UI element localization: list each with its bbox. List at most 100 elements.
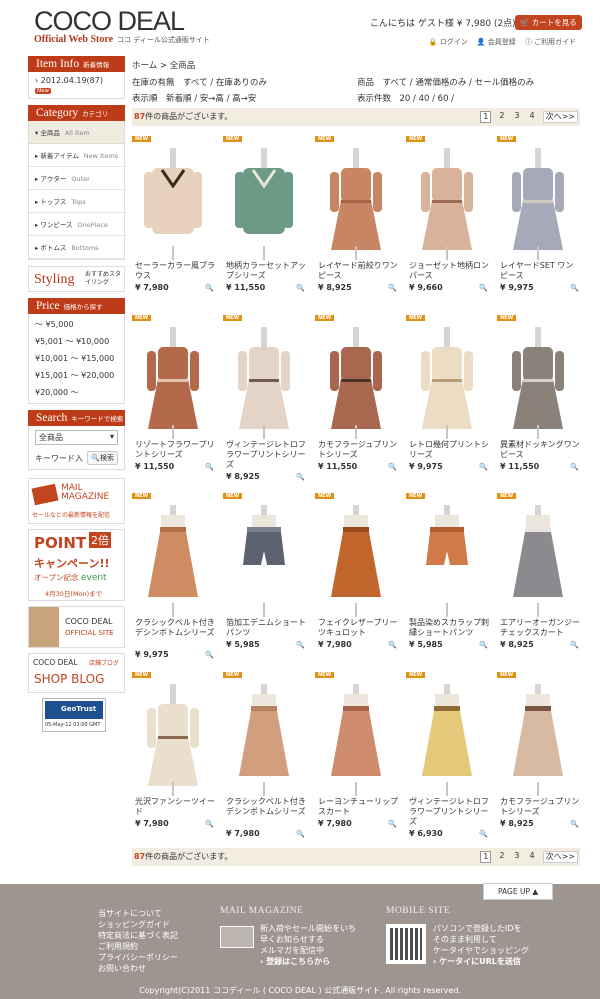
zoom-icon[interactable]: 🔍: [479, 641, 488, 649]
product-card[interactable]: NEW 箔加工デニムショートパンツ ¥ 5,985 🔍: [223, 493, 306, 663]
zoom-icon[interactable]: 🔍: [205, 651, 214, 659]
product-name[interactable]: レトロ幾何プリントシリーズ: [409, 440, 489, 460]
product-image[interactable]: [497, 325, 579, 443]
product-image[interactable]: [223, 682, 305, 800]
product-name[interactable]: カモフラージュプリントシリーズ: [500, 797, 580, 817]
zoom-icon[interactable]: 🔍: [479, 830, 488, 838]
footer-link-terms[interactable]: ご利用規約: [98, 941, 178, 952]
product-card[interactable]: NEW カモフラージュプリントシリーズ ¥ 8,925 🔍: [497, 672, 579, 842]
product-card[interactable]: NEW ジョーゼット地柄ロンパース ¥ 9,660 🔍: [406, 136, 489, 306]
zoom-icon[interactable]: 🔍: [296, 830, 305, 838]
register-link[interactable]: 👤 会員登録: [477, 37, 516, 47]
product-name[interactable]: 箔加工デニムショートパンツ: [226, 618, 306, 638]
price-range-4[interactable]: ¥15,001 ～ ¥20,000: [29, 367, 124, 384]
zoom-icon[interactable]: 🔍: [296, 284, 305, 292]
product-name[interactable]: 製品染めスカラップ刺繍ショートパンツ: [409, 618, 489, 638]
product-image[interactable]: [406, 682, 488, 800]
page-up-button[interactable]: PAGE UP ▲: [483, 883, 554, 900]
next-page[interactable]: 次へ>>: [542, 851, 578, 863]
product-name[interactable]: ジョーゼット地柄ロンパース: [409, 261, 489, 281]
zoom-icon[interactable]: 🔍: [570, 641, 579, 649]
product-card[interactable]: NEW 光沢ファンシーツイード ¥ 7,980 🔍: [132, 672, 215, 842]
product-image[interactable]: [406, 325, 488, 443]
mail-magazine-banner[interactable]: MAIL MAGAZINE セールなどの最新情報を配信: [28, 478, 125, 524]
category-item-outer[interactable]: ▸ アウター Outer: [29, 167, 124, 190]
footer-link-law[interactable]: 特定商法に基づく表記: [98, 930, 178, 941]
site-logo[interactable]: COCO DEAL: [34, 6, 185, 37]
product-card[interactable]: NEW クラシックベルト付きデシンボトムシリーズ ¥ 7,980 🔍: [223, 672, 306, 842]
category-item-all[interactable]: ▾ 全商品 All Item: [29, 121, 124, 144]
product-image[interactable]: [406, 503, 488, 621]
zoom-icon[interactable]: 🔍: [388, 284, 397, 292]
page-4[interactable]: 4: [528, 111, 537, 123]
zoom-icon[interactable]: 🔍: [388, 463, 397, 471]
price-range-5[interactable]: ¥20,000 ～: [29, 384, 124, 401]
view-cart-button[interactable]: 🛒 カートを見る: [515, 15, 582, 30]
product-image[interactable]: [315, 503, 397, 621]
product-name[interactable]: エアリーオーガンジーチェックスカート: [500, 618, 580, 638]
product-image[interactable]: [132, 682, 214, 800]
product-name[interactable]: クラシックベルト付きデシンボトムシリーズ: [135, 618, 215, 638]
shop-blog-banner[interactable]: COCO DEAL 店舗ブログ SHOP BLOG: [28, 653, 125, 693]
zoom-icon[interactable]: 🔍: [570, 284, 579, 292]
category-item-new[interactable]: ▸ 新着アイテム New Items: [29, 144, 124, 167]
product-image[interactable]: [497, 503, 579, 621]
guide-link[interactable]: ⓘ ご利用ガイド: [525, 37, 576, 47]
price-range-1[interactable]: ～ ¥5,000: [29, 316, 124, 333]
product-card[interactable]: NEW セーラーカラー風ブラウス ¥ 7,980 🔍: [132, 136, 215, 306]
page-1[interactable]: 1: [480, 851, 492, 863]
sort-order[interactable]: 表示順 新着順 / 安→高 / 高→安: [132, 92, 256, 104]
zoom-icon[interactable]: 🔍: [205, 463, 214, 471]
stock-filter[interactable]: 在庫の有無 すべて / 在庫ありのみ: [132, 76, 267, 88]
category-item-onepiece[interactable]: ▸ ワンピース OnePiece: [29, 213, 124, 236]
login-link[interactable]: 🔒 ログイン: [429, 37, 468, 47]
product-name[interactable]: ヴィンテージレトロフラワープリントシリーズ: [409, 797, 489, 827]
category-select[interactable]: 全商品 ▾: [35, 430, 118, 445]
product-name[interactable]: リゾートフラワープリントシリーズ: [135, 440, 215, 460]
page-1[interactable]: 1: [480, 111, 492, 123]
price-range-3[interactable]: ¥10,001 ～ ¥15,000: [29, 350, 124, 367]
page-4[interactable]: 4: [528, 851, 537, 863]
product-image[interactable]: [497, 682, 579, 800]
geotrust-seal[interactable]: GeoTrust 05-May-12 03:00 GMT: [42, 698, 106, 732]
zoom-icon[interactable]: 🔍: [388, 820, 397, 828]
zoom-icon[interactable]: 🔍: [388, 641, 397, 649]
page-2[interactable]: 2: [497, 851, 506, 863]
product-card[interactable]: NEW カモフラージュプリントシリーズ ¥ 11,550 🔍: [315, 315, 397, 485]
product-image[interactable]: [132, 503, 214, 621]
footer-link-guide[interactable]: ショッピングガイド: [98, 919, 178, 930]
zoom-icon[interactable]: 🔍: [205, 820, 214, 828]
product-name[interactable]: レーヨンチューリップスカート: [318, 797, 398, 817]
product-name[interactable]: ヴィンテージレトロフラワープリントシリーズ: [226, 440, 306, 470]
page-3[interactable]: 3: [512, 111, 521, 123]
per-page[interactable]: 表示件数 20 / 40 / 60 /: [357, 92, 454, 104]
zoom-icon[interactable]: 🔍: [570, 463, 579, 471]
product-card[interactable]: NEW クラシックベルト付きデシンボトムシリーズ ¥ 9,975 🔍: [132, 493, 215, 663]
product-name[interactable]: レイヤードSET ワンピース: [500, 261, 580, 281]
product-image[interactable]: [497, 146, 579, 264]
goods-filter[interactable]: 商品 すべて / 通常価格のみ / セール価格のみ: [357, 76, 534, 88]
product-image[interactable]: [223, 503, 305, 621]
item-info-entry[interactable]: › 2012.04.19(87) New: [28, 72, 125, 99]
footer-link-contact[interactable]: お問い合わせ: [98, 963, 178, 974]
product-image[interactable]: [132, 146, 214, 264]
product-name[interactable]: 地柄カラーセットアップシリーズ: [226, 261, 306, 281]
product-card[interactable]: NEW レトロ幾何プリントシリーズ ¥ 9,975 🔍: [406, 315, 489, 485]
product-card[interactable]: NEW フェイクレザープリーツキュロット ¥ 7,980 🔍: [315, 493, 397, 663]
page-2[interactable]: 2: [497, 111, 506, 123]
product-card[interactable]: NEW 地柄カラーセットアップシリーズ ¥ 11,550 🔍: [223, 136, 306, 306]
zoom-icon[interactable]: 🔍: [570, 820, 579, 828]
product-name[interactable]: フェイクレザープリーツキュロット: [318, 618, 398, 638]
styling-banner[interactable]: Styling おすすめスタイリング: [28, 266, 125, 292]
category-item-bottoms[interactable]: ▸ ボトムス Bottoms: [29, 236, 124, 259]
product-image[interactable]: [315, 682, 397, 800]
official-site-banner[interactable]: COCO DEAL OFFICIAL SITE: [28, 606, 125, 648]
product-name[interactable]: 異素材ドッキングワンピース: [500, 440, 580, 460]
product-card[interactable]: NEW 異素材ドッキングワンピース ¥ 11,550 🔍: [497, 315, 580, 485]
product-name[interactable]: セーラーカラー風ブラウス: [135, 261, 215, 281]
footer-link-privacy[interactable]: プライバシーポリシー: [98, 952, 178, 963]
price-range-2[interactable]: ¥5,001 ～ ¥10,000: [29, 333, 124, 350]
product-card[interactable]: NEW エアリーオーガンジーチェックスカート ¥ 8,925 🔍: [497, 493, 580, 663]
product-image[interactable]: [132, 325, 214, 443]
product-name[interactable]: カモフラージュプリントシリーズ: [318, 440, 398, 460]
